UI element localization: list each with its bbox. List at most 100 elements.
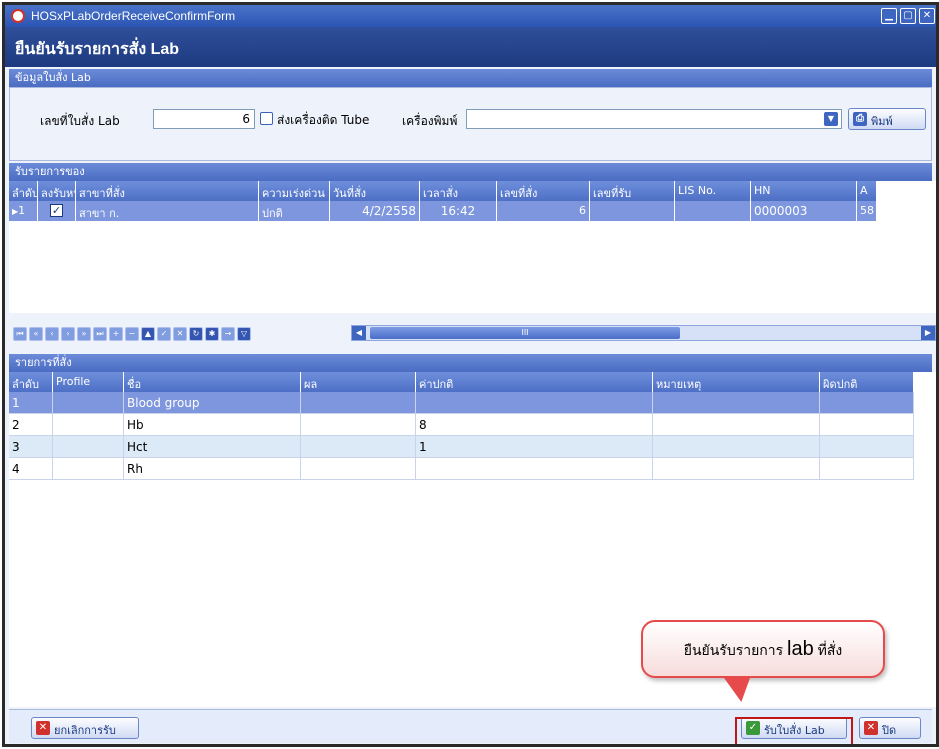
close-icon[interactable]: ✕ [919, 8, 935, 24]
cell-lis-no [675, 201, 751, 221]
cell-normal: 1 [416, 436, 653, 458]
cell-seq: 1 [9, 392, 53, 414]
scroll-thumb[interactable]: III [370, 327, 680, 339]
up-icon[interactable]: ▲ [141, 327, 155, 341]
cancel-receive-label: ยกเลิกการรับ [54, 724, 116, 737]
receive-section-label: รับรายการของ [15, 165, 85, 178]
col-header[interactable]: A [857, 181, 877, 201]
cell-seq: 2 [9, 414, 53, 436]
col-header[interactable]: ความเร่งด่วน [259, 181, 330, 201]
cell-date: 4/2/2558 [330, 201, 420, 221]
tube-checkbox-label: ส่งเครื่องติด Tube [277, 113, 370, 127]
received-checkbox[interactable]: ✓ [38, 201, 76, 221]
col-header[interactable]: สาขาที่สั่ง [76, 181, 259, 201]
cell-name: Blood group [124, 392, 301, 414]
cell-seq: ▶1 [9, 201, 38, 221]
cancel-receive-button[interactable]: ✕ ยกเลิกการรับ [31, 717, 139, 739]
col-header[interactable]: วันที่สั่ง [330, 181, 420, 201]
chevron-down-icon[interactable]: ▼ [824, 112, 838, 126]
table-row[interactable]: 4 Rh [9, 458, 914, 480]
col-header[interactable]: LIS No. [675, 181, 751, 201]
prev-page-icon[interactable]: « [29, 327, 43, 341]
print-button[interactable]: ⎙ พิมพ์ [848, 108, 926, 130]
next-page-icon[interactable]: » [77, 327, 91, 341]
cell-normal: 8 [416, 414, 653, 436]
callout-pointer [722, 676, 756, 702]
filter-icon[interactable]: ▽ [237, 327, 251, 341]
check-icon: ✓ [50, 204, 63, 217]
col-header[interactable]: ลำดับ [9, 372, 53, 392]
cell-result [301, 436, 416, 458]
goto-icon[interactable]: → [221, 327, 235, 341]
cell-abnormal [820, 436, 914, 458]
last-page-icon[interactable]: ⏭ [93, 327, 107, 341]
printer-label: เครื่องพิมพ์ [402, 114, 458, 128]
items-section-bar: รายการที่สั่ง [9, 354, 932, 372]
form-heading: ยืนยันรับรายการสั่ง Lab [15, 41, 180, 58]
confirm-icon[interactable]: ✓ [157, 327, 171, 341]
tube-checkbox[interactable] [260, 112, 273, 125]
cell-urgency: ปกติ [259, 201, 330, 221]
bookmark-icon[interactable]: ✱ [205, 327, 219, 341]
col-header[interactable]: HN [751, 181, 857, 201]
cell-branch: สาขา ก. [76, 201, 259, 221]
printer-icon: ⎙ [853, 112, 867, 126]
grid-navigator: ⏮ « ‹ › » ⏭ + − ▲ ✓ ✕ ↻ ✱ → ▽ [13, 325, 251, 343]
cell-result [301, 392, 416, 414]
col-header[interactable]: ชื่อ [124, 372, 301, 392]
order-info-section-label: ข้อมูลใบสั่ง Lab [15, 71, 91, 84]
col-header[interactable]: ค่าปกติ [416, 372, 653, 392]
table-row[interactable]: 3 Hct 1 [9, 436, 914, 458]
cell-name: Rh [124, 458, 301, 480]
order-no-field[interactable]: 6 [153, 109, 255, 129]
close-icon: ✕ [36, 721, 50, 735]
col-header[interactable]: Profile [53, 372, 124, 392]
close-button[interactable]: ✕ ปิด [859, 717, 921, 739]
callout-text: ยืนยันรับรายการ lab ที่สั่ง [683, 638, 843, 660]
next-icon[interactable]: › [61, 327, 75, 341]
cell-abnormal [820, 414, 914, 436]
horizontal-scrollbar[interactable]: ◀ III ▶ [351, 325, 936, 341]
cell-normal [416, 458, 653, 480]
form-header: ยืนยันรับรายการสั่ง Lab [5, 27, 936, 67]
window-title: HOSxPLabOrderReceiveConfirmForm [31, 9, 236, 23]
cancel-icon[interactable]: ✕ [173, 327, 187, 341]
scroll-right-icon[interactable]: ▶ [921, 326, 935, 340]
table-row[interactable]: ▶1 ✓ สาขา ก. ปกติ 4/2/2558 16:42 6 00000… [9, 201, 877, 221]
col-header[interactable]: ผิดปกติ [820, 372, 914, 392]
cell-abnormal [820, 458, 914, 480]
minimize-icon[interactable]: ▁ [881, 8, 897, 24]
grid-nav-panel: ⏮ « ‹ › » ⏭ + − ▲ ✓ ✕ ↻ ✱ → ▽ ◀ III ▶ [9, 313, 936, 353]
col-header[interactable]: หมายเหตุ [653, 372, 820, 392]
cell-age: 58 [857, 201, 877, 221]
items-section-label: รายการที่สั่ง [15, 356, 72, 369]
printer-select[interactable] [466, 109, 842, 129]
first-page-icon[interactable]: ⏮ [13, 327, 27, 341]
remove-icon[interactable]: − [125, 327, 139, 341]
prev-icon[interactable]: ‹ [45, 327, 59, 341]
print-button-label: พิมพ์ [871, 115, 893, 128]
col-header[interactable]: ผล [301, 372, 416, 392]
highlight-annotation [735, 717, 853, 744]
col-header[interactable]: ลงรับหน [38, 181, 76, 201]
col-header[interactable]: เลขที่รับ [590, 181, 675, 201]
table-row[interactable]: 1 Blood group [9, 392, 914, 414]
scroll-left-icon[interactable]: ◀ [352, 326, 366, 340]
maximize-icon[interactable]: ▢ [900, 8, 916, 24]
cell-profile [53, 436, 124, 458]
close-icon: ✕ [864, 721, 878, 735]
cell-note [653, 458, 820, 480]
add-icon[interactable]: + [109, 327, 123, 341]
receive-grid[interactable]: ลำดับ ลงรับหน สาขาที่สั่ง ความเร่งด่วน ว… [9, 181, 936, 313]
col-header[interactable]: เลขที่สั่ง [497, 181, 590, 201]
cell-name: Hct [124, 436, 301, 458]
title-bar: HOSxPLabOrderReceiveConfirmForm ▁ ▢ ✕ [5, 5, 936, 27]
order-info-panel: เลขที่ใบสั่ง Lab 6 ส่งเครื่องติด Tube เค… [9, 87, 932, 161]
cell-profile [53, 458, 124, 480]
col-header[interactable]: เวลาสั่ง [420, 181, 497, 201]
app-icon [11, 9, 25, 23]
cell-receive-no [590, 201, 675, 221]
table-row[interactable]: 2 Hb 8 [9, 414, 914, 436]
refresh-icon[interactable]: ↻ [189, 327, 203, 341]
col-header[interactable]: ลำดับ [9, 181, 38, 201]
